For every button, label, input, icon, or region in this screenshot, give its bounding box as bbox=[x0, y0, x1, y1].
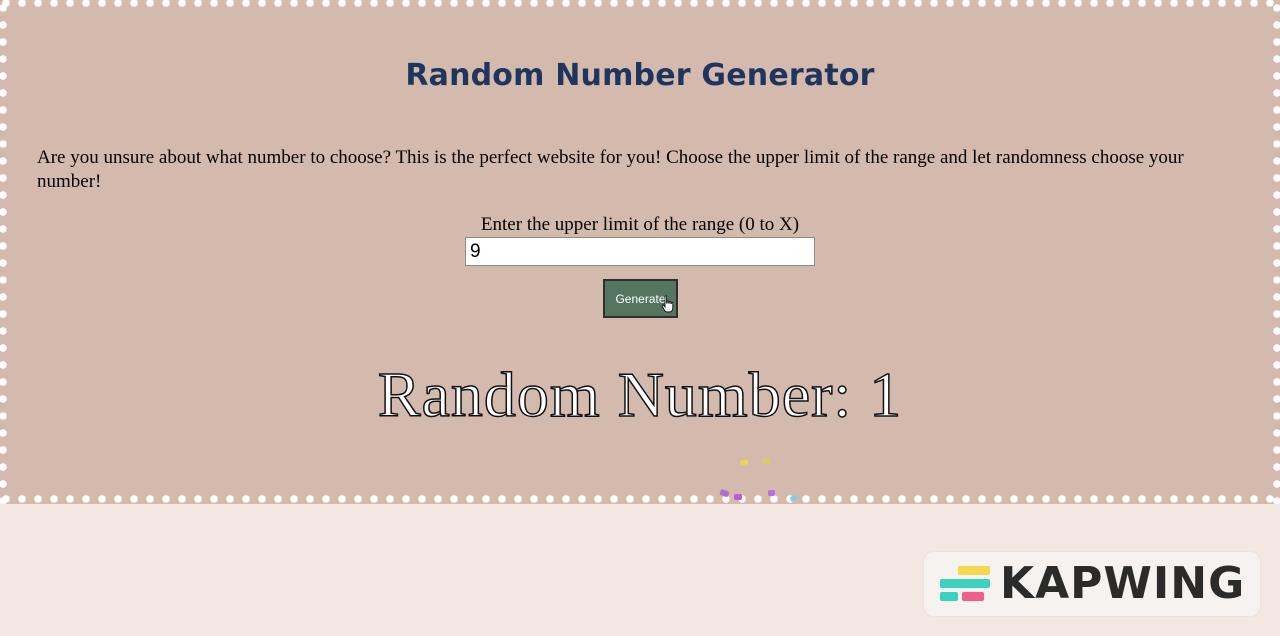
upper-limit-input[interactable] bbox=[465, 237, 815, 266]
dotted-border-top bbox=[0, 0, 1280, 12]
kapwing-wordmark: KAPWING bbox=[1000, 558, 1246, 609]
kapwing-logo-icon bbox=[940, 566, 990, 601]
hand-pointer-icon bbox=[661, 295, 674, 313]
upper-limit-label: Enter the upper limit of the range (0 to… bbox=[480, 214, 800, 235]
page: Random Number Generator Are you unsure a… bbox=[0, 0, 1280, 636]
confetti-decoration bbox=[719, 458, 798, 502]
dotted-border-bottom bbox=[0, 492, 1280, 504]
intro-paragraph: Are you unsure about what number to choo… bbox=[37, 147, 1184, 192]
random-number-result: Random Number: 1 bbox=[377, 358, 903, 431]
page-title: Random Number Generator bbox=[405, 58, 875, 93]
kapwing-watermark: KAPWING bbox=[924, 552, 1260, 616]
app-stage: Random Number Generator Are you unsure a… bbox=[0, 0, 1280, 504]
